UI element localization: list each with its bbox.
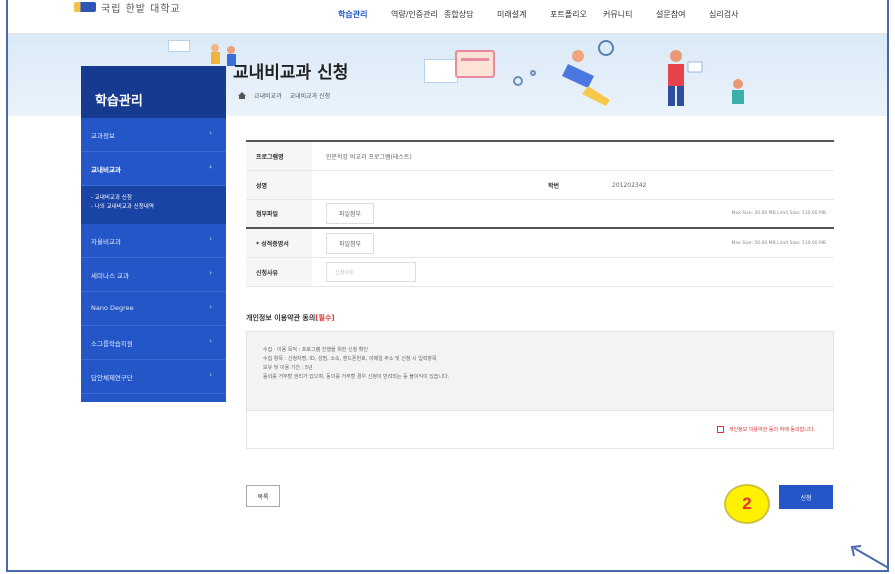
nav-competency-certification[interactable]: 역량/인증관리	[391, 9, 444, 20]
breadcrumb: 교내비교과 교내비교과 신청	[238, 91, 330, 100]
sidebar-subitem-my-applications[interactable]: - 나의 교내비교과 신청내역	[91, 203, 226, 212]
form-row-transcript: * 성적증명서 파일첨부 Max Size: 30.00 MB Limit Si…	[246, 229, 834, 258]
calendar-illustration	[455, 50, 495, 78]
flying-person-illustration	[562, 40, 614, 106]
sidebar-item-curriculum[interactable]: 교과정보 ›	[81, 118, 226, 152]
attachment-size-note: Max Size: 30.00 MB Limit Size: 130.00 MB	[731, 211, 826, 216]
attach-file-button[interactable]: 파일첨부	[326, 203, 375, 224]
form-row-attachment: 첨부파일 파일첨부 Max Size: 30.00 MB Limit Size:…	[246, 200, 834, 229]
sidebar-item-label: 교내비교과	[91, 166, 121, 174]
sidebar-item-small-group[interactable]: 소그룹학습지원 ›	[81, 326, 226, 360]
agreement-line: 수집 항목 : 신청자명, ID, 성명, 소속, 핸드폰번호, 이메일 주소 …	[263, 356, 437, 362]
name-label: 성명	[246, 171, 312, 199]
agreement-line: 수집 · 이용 목적 : 프로그램 진행을 위한 신청 확인	[263, 347, 368, 353]
nav-learning-management[interactable]: 학습관리	[338, 9, 391, 20]
sidebar-subitem-apply[interactable]: - 교내비교과 신청	[91, 194, 226, 203]
agreement-title: 개인정보 이용약관 동의[필수]	[246, 313, 834, 323]
home-icon[interactable]	[238, 92, 246, 99]
nav-future-design[interactable]: 미래설계	[497, 9, 550, 20]
nav-community[interactable]: 커뮤니티	[603, 9, 656, 20]
logo-mark-icon	[74, 2, 96, 12]
breadcrumb-item-current: 교내비교과 신청	[289, 93, 331, 100]
screen-illustration	[424, 59, 458, 83]
step-number-badge: 2	[724, 484, 770, 524]
attachment-label: 첨부파일	[246, 200, 312, 227]
required-mark: [필수]	[315, 314, 335, 322]
sidebar-heading: 학습관리	[81, 66, 226, 118]
transcript-label: * 성적증명서	[246, 229, 312, 257]
sidebar-item-label: 교과정보	[91, 132, 115, 140]
student-id-value: 201202342	[612, 181, 647, 189]
name-value	[312, 171, 538, 199]
sidebar-item-seminar[interactable]: 세미나스 교과 ›	[81, 258, 226, 292]
agreement-line: 보유 및 이용 기간 : 5년	[263, 365, 313, 371]
form-row-name: 성명 학번 201202342	[246, 171, 834, 200]
agreement-checkbox-label[interactable]: 개인정보 이용약관 동의 하에 동의합니다.	[729, 426, 815, 433]
program-label: 프로그램명	[246, 142, 312, 170]
sidebar-submenu: - 교내비교과 신청 - 나의 교내비교과 신청내역	[81, 186, 226, 224]
logo-text: 국립 한밭 대학교	[101, 3, 181, 15]
sidebar-item-label: 세미나스 교과	[91, 272, 129, 280]
chevron-right-icon: ›	[209, 371, 212, 379]
agreement-line: 동의를 거부할 권리가 있으며, 동의를 거부할 경우 신청이 반려되는 등 불…	[263, 374, 450, 380]
gear-icon	[513, 76, 523, 86]
top-navigation-bar: 국립 한밭 대학교 학습관리 역량/인증관리 종합상담 미래설계 포트폴리오 커…	[8, 0, 887, 34]
nav-psych-test[interactable]: 심리검사	[709, 9, 762, 20]
sidebar: 학습관리 교과정보 › 교내비교과 › - 교내비교과 신청 - 나의 교내비교…	[81, 66, 226, 402]
nav-counseling[interactable]: 종합상담	[444, 9, 497, 20]
transcript-file-button[interactable]: 파일첨부	[326, 232, 375, 254]
program-value: 인문학강 비교과 프로그램(테스트)	[326, 153, 412, 161]
monitor-illustration	[168, 40, 190, 52]
sidebar-item-self-extracurricular[interactable]: 자율비교과 ›	[81, 224, 226, 258]
pointer-arrow-icon	[850, 545, 887, 569]
chevron-right-icon: ›	[209, 303, 212, 311]
agreement-checkbox[interactable]	[716, 426, 724, 433]
person-illustration	[668, 50, 703, 106]
sidebar-item-extracurricular[interactable]: 교내비교과 ›	[81, 152, 226, 186]
breadcrumb-item[interactable]: 교내비교과	[254, 91, 282, 100]
sidebar-item-label: 답안체제연구단	[91, 374, 133, 382]
sidebar-item-label: 소그룹학습지원	[91, 340, 133, 348]
chevron-right-icon: ›	[209, 163, 212, 171]
chevron-right-icon: ›	[209, 235, 212, 243]
gear-icon	[530, 70, 536, 76]
sidebar-item-nano-degree[interactable]: Nano Degree ›	[81, 292, 226, 326]
apply-button[interactable]: 신청	[779, 485, 833, 509]
chevron-right-icon: ›	[209, 337, 212, 345]
application-form: 프로그램명 인문학강 비교과 프로그램(테스트) 성명 학번 201202342…	[246, 140, 834, 287]
nav-portfolio[interactable]: 포트폴리오	[550, 9, 603, 20]
agreement-check-row: 개인정보 이용약관 동의 하에 동의합니다.	[246, 411, 834, 449]
transcript-size-note: Max Size: 30.00 MB Limit Size: 130.00 MB	[731, 240, 826, 246]
sidebar-item-research[interactable]: 답안체제연구단 ›	[81, 360, 226, 394]
chevron-right-icon: ›	[209, 129, 212, 137]
agreement-title-text: 개인정보 이용약관 동의	[246, 314, 316, 322]
university-logo[interactable]: 국립 한밭 대학교	[74, 0, 181, 15]
form-row-reason: 신청사유 신청사유	[246, 258, 834, 287]
student-id-label: 학번	[548, 182, 560, 190]
form-row-program: 프로그램명 인문학강 비교과 프로그램(테스트)	[246, 142, 834, 171]
page-title: 교내비교과 신청	[233, 63, 349, 83]
reason-input[interactable]: 신청사유	[326, 262, 416, 282]
app-window: 국립 한밭 대학교 학습관리 역량/인증관리 종합상담 미래설계 포트폴리오 커…	[6, 0, 889, 572]
reason-label: 신청사유	[246, 258, 312, 286]
agreement-terms-box: 수집 · 이용 목적 : 프로그램 진행을 위한 신청 확인 수집 항목 : 신…	[246, 331, 834, 411]
chevron-right-icon: ›	[209, 269, 212, 277]
global-nav: 학습관리 역량/인증관리 종합상담 미래설계 포트폴리오 커뮤니티 설문참여 심…	[338, 9, 762, 20]
main-content: 프로그램명 인문학강 비교과 프로그램(테스트) 성명 학번 201202342…	[246, 140, 834, 449]
sidebar-item-label: Nano Degree	[91, 304, 134, 312]
list-button[interactable]: 목록	[246, 485, 280, 507]
nav-survey[interactable]: 설문참여	[656, 9, 709, 20]
sidebar-item-label: 자율비교과	[91, 238, 121, 246]
person-illustration	[732, 79, 744, 104]
